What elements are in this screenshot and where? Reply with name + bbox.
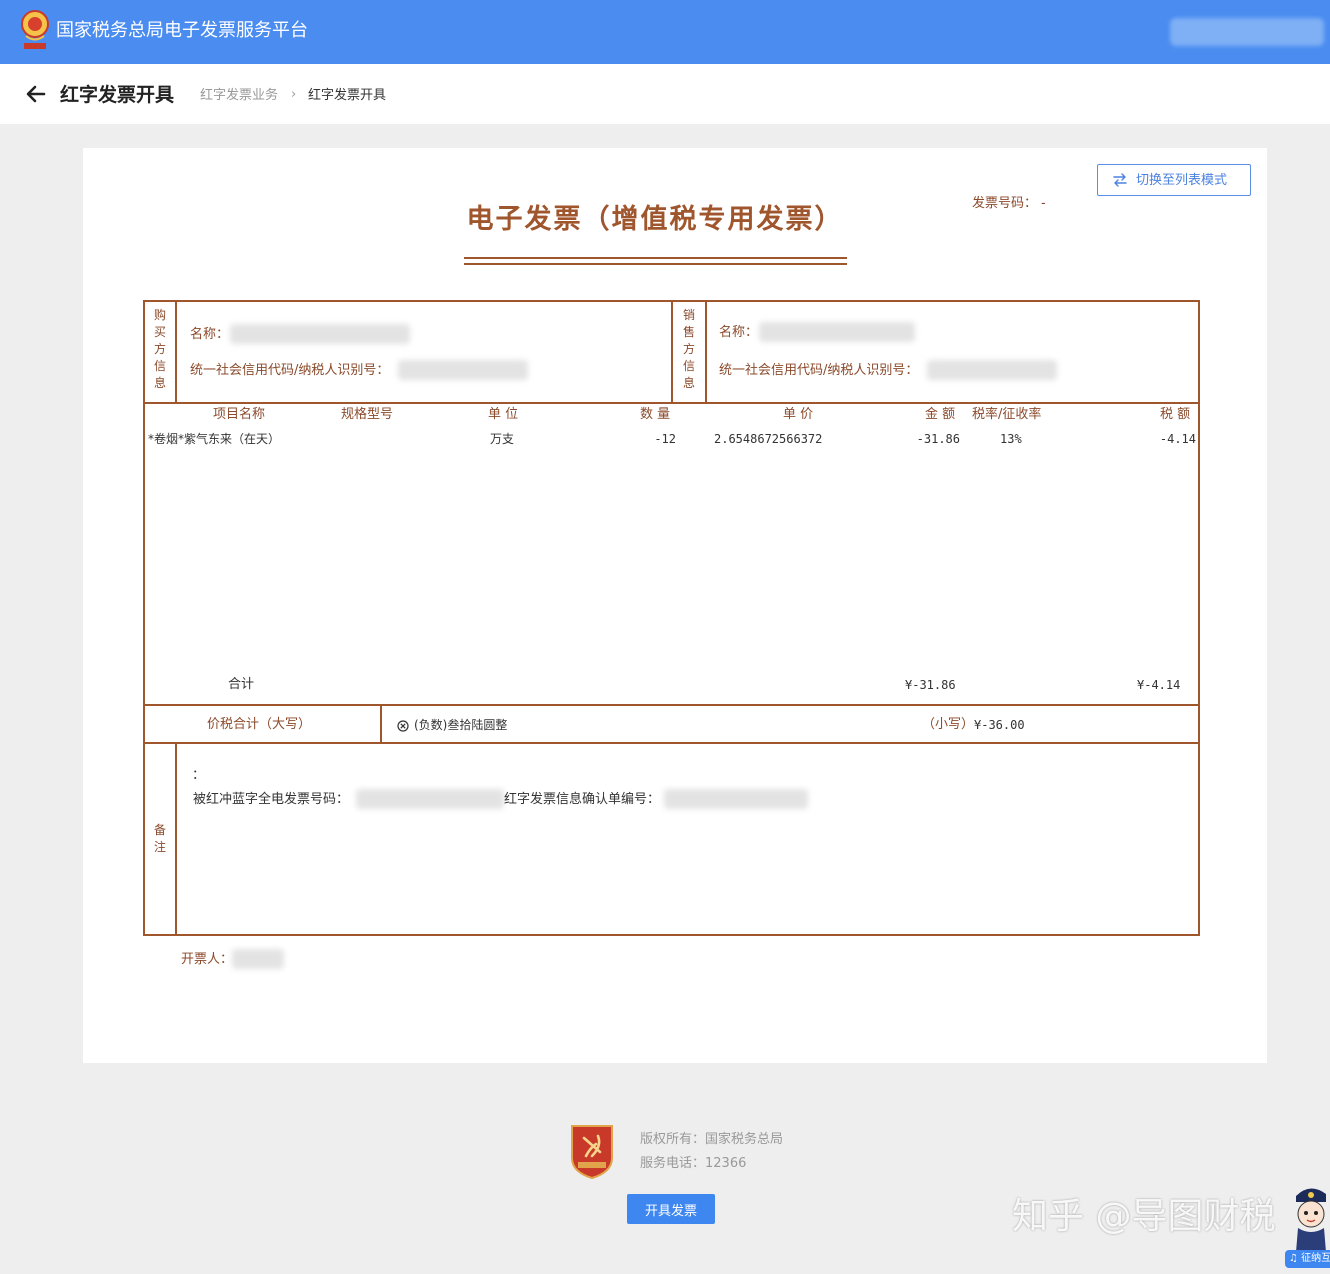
buyer-name-label: 名称： (190, 327, 230, 342)
side-char: 购 (153, 308, 166, 322)
breadcrumb-item-red-invoice-business[interactable]: 红字发票业务 (200, 87, 278, 105)
seller-name-value (759, 322, 915, 342)
watermark: 知乎 @导图财税 (1012, 1196, 1276, 1237)
seller-label-divider (705, 300, 707, 403)
col-unit: 单 位 (488, 407, 519, 422)
item-tax-cell: -4.14 (1159, 432, 1196, 446)
breadcrumb-separator: › (291, 87, 297, 102)
item-unit-cell: 万支 (490, 432, 515, 446)
buyer-name-value (230, 324, 410, 344)
footer-phone: 服务电话：12366 (640, 1156, 747, 1171)
party-badge-icon (571, 1125, 613, 1180)
drawer-label: 开票人： (181, 952, 234, 967)
side-char: 息 (682, 376, 695, 390)
confirm-number-label: 红字发票信息确认单编号： (504, 792, 661, 807)
confirm-number-value (664, 789, 808, 809)
seller-name-label: 名称： (719, 325, 759, 340)
col-spec: 规格型号 (341, 407, 394, 422)
title-underline (464, 257, 847, 259)
buyer-tax-id-label: 统一社会信用代码/纳税人识别号： (190, 363, 390, 378)
items-bottom (143, 704, 1200, 706)
invoice-title: 电子发票（增值税专用发票） (466, 204, 844, 235)
buyer-label-divider (175, 300, 177, 403)
total-label-divider (380, 704, 382, 744)
buyer-tax-id-value (398, 360, 528, 380)
invoice-number-label: 发票号码： (972, 196, 1038, 211)
side-char: 售 (682, 325, 695, 339)
user-info[interactable] (1170, 18, 1324, 46)
table-border-right (1198, 300, 1200, 936)
side-char: 息 (153, 376, 166, 390)
subtotal-amount: ¥-31.86 (905, 678, 956, 692)
side-char: 方 (682, 342, 695, 356)
service-label: 征纳互动 (1301, 1253, 1330, 1264)
top-bar: 国家税务总局电子发票服务平台 (0, 0, 1330, 64)
tax-emblem-icon (21, 10, 49, 49)
seller-side-label: 销 售 方 信 息 (681, 307, 697, 392)
side-char: 销 (682, 308, 695, 322)
party-divider (671, 300, 673, 403)
side-char: 备 (153, 823, 166, 837)
subtotal-tax: ¥-4.14 (1137, 678, 1181, 692)
seller-tax-id-value (927, 360, 1057, 380)
service-chat-button[interactable]: ♫ 征纳互动 (1285, 1250, 1330, 1268)
col-item-name: 项目名称 (213, 407, 266, 422)
col-price: 单 价 (783, 407, 814, 422)
col-rate: 税率/征收率 (972, 407, 1042, 422)
col-amount: 金 额 (925, 407, 956, 422)
blue-invoice-number-value (356, 789, 504, 809)
invoice-number-value: - (1041, 196, 1046, 211)
invoice-card (83, 148, 1267, 1063)
app-title: 国家税务总局电子发票服务平台 (56, 20, 308, 41)
drawer-value (232, 949, 284, 969)
col-tax: 税 额 (1160, 407, 1191, 422)
blue-invoice-number-label: 被红冲蓝字全电发票号码： (193, 792, 350, 807)
remarks-label-divider (175, 742, 177, 935)
side-char: 注 (153, 840, 166, 854)
circle-x-icon (397, 720, 409, 732)
side-char: 信 (153, 359, 166, 373)
footer-copyright: 版权所有：国家税务总局 (640, 1132, 784, 1147)
buyer-side-label: 购 买 方 信 息 (152, 307, 168, 392)
swap-arrows-icon (1113, 173, 1127, 187)
item-name-cell: *卷烟*紫气东来（在天） (148, 432, 281, 446)
side-char: 方 (153, 342, 166, 356)
issue-invoice-button[interactable]: 开具发票 (627, 1194, 715, 1224)
arrow-left-icon[interactable] (24, 80, 48, 108)
headset-icon: ♫ (1289, 1253, 1298, 1264)
item-rate-cell: 13% (1000, 432, 1022, 446)
col-qty: 数 量 (640, 407, 671, 422)
grand-total-lower-label: （小写） (922, 717, 975, 732)
total-row-bottom (143, 742, 1200, 744)
grand-total-label: 价税合计（大写） (207, 717, 312, 732)
side-char: 买 (153, 325, 166, 339)
breadcrumb-item-current: 红字发票开具 (308, 88, 387, 103)
grand-total-upper: (负数)叁拾陆圆整 (414, 718, 508, 732)
switch-to-list-button[interactable]: 切换至列表模式 (1097, 164, 1251, 196)
remarks-colon: ： (192, 768, 206, 783)
item-qty-cell: -12 (654, 432, 676, 446)
party-row-bottom (143, 402, 1200, 404)
table-border-left (143, 300, 145, 936)
remarks-side-label: 备 注 (152, 822, 168, 856)
seller-tax-id-label: 统一社会信用代码/纳税人识别号： (719, 363, 919, 378)
item-amount-cell: -31.86 (916, 432, 960, 446)
table-border-bottom (143, 934, 1200, 936)
title-underline (464, 263, 847, 265)
subtotal-label: 合计 (228, 677, 255, 692)
switch-label: 切换至列表模式 (1136, 172, 1228, 187)
grand-total-lower: ¥-36.00 (974, 718, 1025, 732)
item-price-cell: 2.6548672566372 (714, 432, 823, 446)
page-title: 红字发票开具 (60, 84, 175, 106)
tax-officer-mascot-icon[interactable] (1290, 1182, 1330, 1252)
side-char: 信 (682, 359, 695, 373)
